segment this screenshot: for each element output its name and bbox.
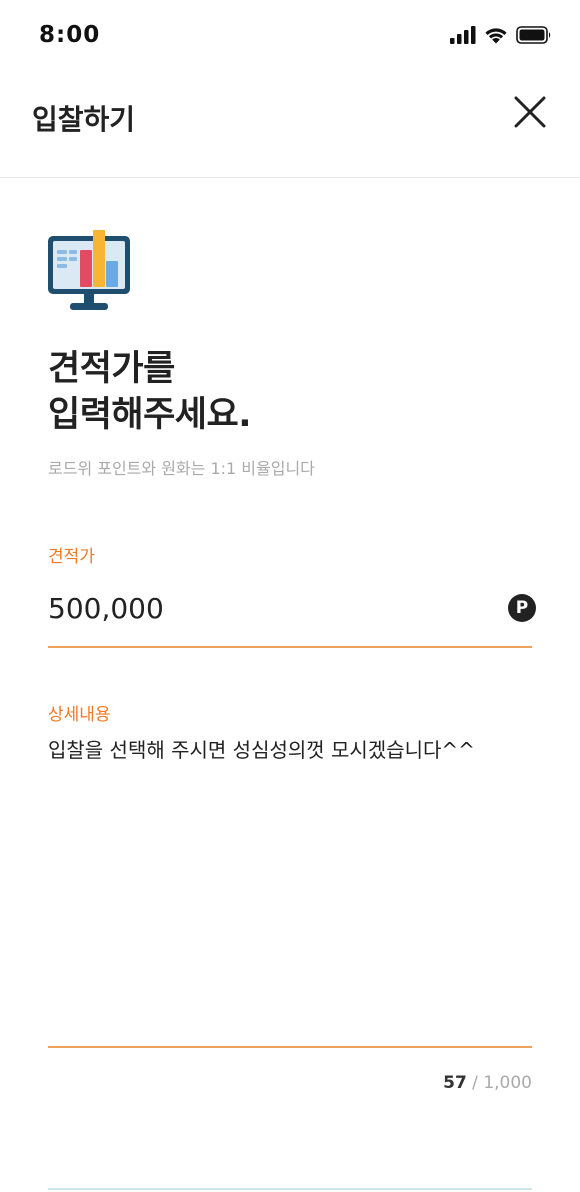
close-icon <box>514 96 546 132</box>
status-time: 8:00 <box>39 22 101 48</box>
cellular-signal-icon <box>450 26 476 48</box>
headline: 견적가를 입력해주세요. <box>48 346 252 438</box>
char-count-current: 57 <box>443 1073 467 1093</box>
detail-text: 입찰을 선택해 주시면 성심성의껏 모시겠습니다^^ <box>48 738 475 762</box>
headline-line-1: 견적가를 <box>48 349 175 389</box>
page-title: 입찰하기 <box>32 103 136 136</box>
headline-line-2: 입력해주세요. <box>48 395 252 435</box>
char-count-separator: / <box>466 1073 484 1093</box>
detail-label: 상세내용 <box>48 705 111 725</box>
point-ratio-notice: 로드위 포인트와 원화는 1:1 비율입니다 <box>48 459 315 478</box>
app-header: 입찰하기 <box>0 78 580 178</box>
price-input[interactable]: 500,000 P <box>48 582 536 648</box>
char-counter: 57 / 1,000 <box>443 1073 532 1093</box>
status-icons <box>450 26 552 48</box>
price-label: 견적가 <box>48 547 95 567</box>
wifi-icon <box>484 26 508 48</box>
bottom-divider <box>48 1188 532 1190</box>
status-bar: 8:00 <box>0 0 580 78</box>
price-value: 500,000 <box>48 592 164 625</box>
monitor-chart-icon <box>48 228 132 312</box>
point-unit-icon: P <box>508 594 536 622</box>
close-button[interactable] <box>508 92 552 136</box>
battery-icon <box>516 26 552 48</box>
detail-textarea[interactable]: 입찰을 선택해 주시면 성심성의껏 모시겠습니다^^ <box>48 732 532 1048</box>
char-count-max: 1,000 <box>483 1073 532 1093</box>
